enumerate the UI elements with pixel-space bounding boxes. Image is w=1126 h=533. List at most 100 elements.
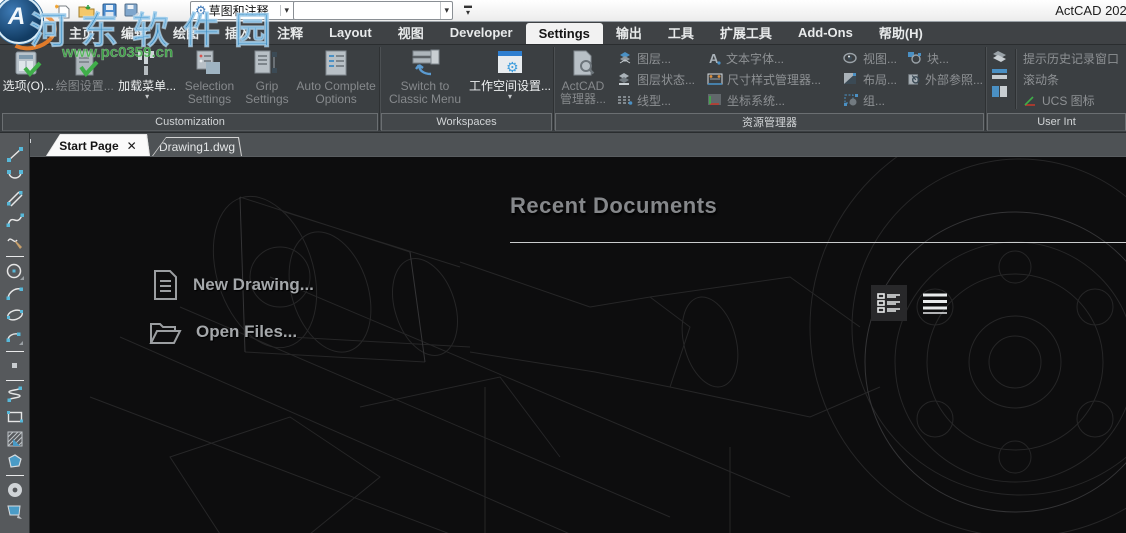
groups-icon (843, 93, 859, 107)
layer-states-icon (617, 72, 633, 86)
ribbon-item-blocks[interactable]: 块... (907, 48, 983, 68)
chevron-down-icon[interactable]: ▾ (280, 5, 292, 16)
ellipse-icon (5, 305, 25, 325)
tab-addons[interactable]: Add-Ons (785, 25, 866, 40)
open-icon[interactable] (77, 2, 95, 19)
ribbon-item-scrollbars[interactable]: 滚动条 (1023, 69, 1126, 89)
doc-tab-label: Drawing1.dwg (159, 140, 235, 154)
text-window-icon[interactable] (991, 49, 1008, 64)
ribbon-item-layouts[interactable]: 布局... (843, 69, 905, 89)
workspace-settings-button[interactable]: ⚙ 工作空间设置... ▾ (469, 45, 551, 100)
tool-freehand[interactable] (2, 231, 28, 253)
workspace-selector-value: 草图和注释 (209, 2, 269, 19)
ucs-axis-icon (1023, 94, 1038, 107)
tool-wipeout[interactable] (2, 501, 28, 523)
tab-annotate[interactable]: 注释 (264, 23, 316, 42)
detail-view-icon (877, 292, 901, 314)
tool-rectangle[interactable] (2, 406, 28, 428)
tool-circle[interactable] (2, 260, 28, 282)
gear-icon: ⚙ (195, 3, 207, 19)
list-view-button[interactable] (917, 285, 953, 321)
auto-complete-options-button[interactable]: Auto Complete Options (294, 45, 378, 106)
ribbon-item-dimension-style-manager[interactable]: 尺寸样式管理器... (707, 69, 837, 89)
coordinate-system-icon (707, 93, 723, 107)
ribbon-item-views[interactable]: 视图... (843, 48, 905, 68)
doc-tab-drawing1[interactable]: Drawing1.dwg (152, 136, 242, 156)
tab-express-tools[interactable]: 扩展工具 (707, 23, 785, 42)
ribbon-item-ucs-icon[interactable]: UCS 图标 (1023, 90, 1126, 110)
tab-view[interactable]: 视图 (385, 23, 437, 42)
tab-draw[interactable]: 绘图 (160, 23, 212, 42)
open-files-action[interactable]: Open Files... (149, 319, 297, 345)
tab-edit[interactable]: 编辑 (108, 23, 160, 42)
toolbar-separator (6, 475, 24, 476)
ribbon-tab-bar: 主页 编辑 绘图 插入 注释 Layout 视图 Developer Setti… (0, 21, 1126, 45)
tab-developer[interactable]: Developer (437, 25, 526, 40)
toolbar-separator (6, 351, 24, 352)
app-logo[interactable]: A (0, 0, 43, 44)
spline-icon (5, 210, 25, 230)
tool-line[interactable] (2, 143, 28, 165)
ellipse-arc-icon (5, 327, 25, 347)
logo-letter: A (8, 3, 25, 31)
ribbon-item-groups[interactable]: 组... (843, 90, 905, 110)
toolbar-separator (6, 380, 24, 381)
circle-icon (5, 261, 25, 281)
new-drawing-icon[interactable] (54, 2, 72, 19)
tab-insert[interactable]: 插入 (212, 23, 264, 42)
tool-hatch[interactable] (2, 428, 28, 450)
tool-polyline[interactable] (2, 165, 28, 187)
tool-multiline[interactable] (2, 187, 28, 209)
selection-settings-button[interactable]: Selection Settings (179, 45, 239, 106)
ribbon-item-external-references[interactable]: 外部参照... (907, 69, 983, 89)
ribbon-item-text-style[interactable]: A 文本字体... (707, 48, 837, 68)
xref-icon (907, 72, 921, 86)
chevron-down-icon: ▾ (508, 94, 512, 100)
titlebar: ⚙ 草图和注释 ▾ ▾ ▬▾ ActCAD 2020 (0, 0, 1126, 22)
ribbon-item-coordinate-system[interactable]: 坐标系统... (707, 90, 837, 110)
grip-settings-button[interactable]: Grip Settings (240, 45, 295, 106)
tool-region[interactable] (2, 450, 28, 472)
views-icon (843, 51, 859, 65)
tab-layout[interactable]: Layout (316, 25, 385, 40)
switch-to-classic-menu-button[interactable]: Switch to Classic Menu (381, 45, 469, 106)
new-drawing-action[interactable]: New Drawing... (152, 269, 314, 301)
tool-helix[interactable] (2, 384, 28, 406)
tool-ellipse[interactable] (2, 304, 28, 326)
tab-home[interactable]: 主页 (56, 23, 108, 42)
blocks-icon (907, 51, 923, 65)
tool-arc[interactable] (2, 282, 28, 304)
ribbon-item-prompt-history-window[interactable]: 提示历史记录窗口 (1023, 48, 1126, 68)
chevron-down-icon[interactable]: ▾ (440, 2, 452, 19)
doc-tab-start-page[interactable]: Start Page ✕ (46, 133, 150, 156)
layers-icon (617, 51, 633, 65)
panel-icon[interactable] (991, 85, 1008, 98)
close-icon[interactable]: ✕ (127, 139, 137, 153)
quick-access-toolbar (54, 0, 141, 21)
workspace-selector[interactable]: ⚙ 草图和注释 ▾ (190, 1, 295, 20)
scrollbars-toggle-icon[interactable] (991, 68, 1008, 81)
tab-settings[interactable]: Settings (526, 23, 603, 44)
tab-tools[interactable]: 工具 (655, 23, 707, 42)
draw-settings-button[interactable]: 绘图设置... (55, 45, 115, 93)
tool-point[interactable] (2, 355, 28, 377)
options-button[interactable]: 选项(O)... (2, 45, 55, 93)
tool-spline[interactable] (2, 209, 28, 231)
customize-quick-access-button[interactable]: ▬▾ (461, 2, 475, 18)
workspace-settings-icon: ⚙ (494, 47, 526, 79)
ribbon-item-linetype[interactable]: 线型... (617, 90, 705, 110)
ribbon-item-layers[interactable]: 图层... (617, 48, 705, 68)
recent-documents-heading: Recent Documents (510, 193, 717, 219)
tab-output[interactable]: 输出 (603, 23, 655, 42)
tool-ellipse-arc[interactable] (2, 326, 28, 348)
load-menu-button[interactable]: 加载菜单... ▾ (115, 45, 179, 100)
detail-view-button[interactable] (871, 285, 907, 321)
save-as-icon[interactable] (123, 2, 141, 19)
ribbon-item-layer-states[interactable]: 图层状态... (617, 69, 705, 89)
tab-help[interactable]: 帮助(H) (866, 23, 936, 42)
command-combobox[interactable]: ▾ (293, 1, 453, 20)
auto-complete-options-icon (320, 47, 352, 79)
tool-donut[interactable] (2, 479, 28, 501)
save-icon[interactable] (100, 2, 118, 19)
actcad-manager-button[interactable]: ActCAD 管理器... (555, 45, 611, 106)
